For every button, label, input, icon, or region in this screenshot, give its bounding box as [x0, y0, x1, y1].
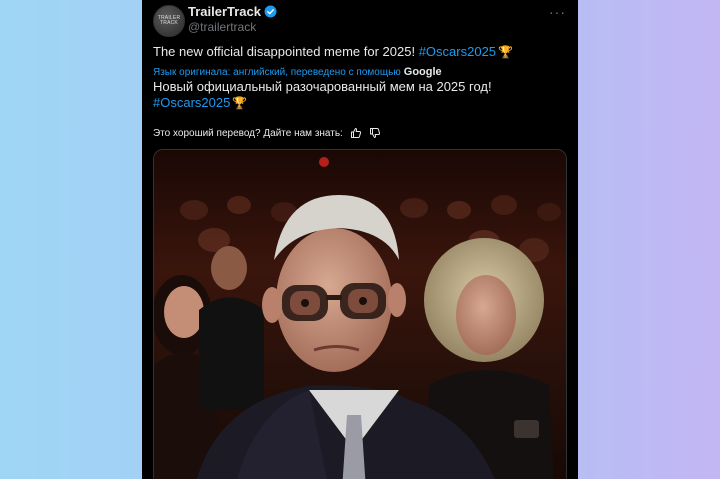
translation-label: Язык оригинала: английский, переведено с… [153, 66, 401, 78]
thumbs-down-icon[interactable] [369, 127, 381, 139]
translated-body: Новый официальный разочарованный мем на … [153, 79, 492, 94]
display-name[interactable]: TrailerTrack [188, 4, 261, 19]
tweet-header: TRAILER TRACK TrailerTrack @trailertrack… [142, 0, 578, 40]
thumbs-up-icon[interactable] [350, 127, 362, 139]
media-image[interactable] [153, 149, 567, 479]
trophy-icon: 🏆 [232, 96, 248, 110]
feedback-prompt: Это хороший перевод? Дайте нам знать: [153, 127, 343, 139]
translation-attribution[interactable]: Язык оригинала: английский, переведено с… [153, 66, 442, 78]
hashtag-link[interactable]: #Oscars2025 [419, 44, 496, 59]
tweet-text: The new official disappointed meme for 2… [153, 44, 563, 60]
translated-hashtag-link[interactable]: #Oscars2025 [153, 95, 230, 110]
author-handle[interactable]: @trailertrack [188, 20, 256, 34]
tweet-card: TRAILER TRACK TrailerTrack @trailertrack… [142, 0, 578, 479]
google-logo: Google [403, 66, 442, 78]
verified-badge-icon [264, 5, 277, 18]
avatar-logo-text: TRAILER TRACK [157, 15, 181, 26]
author-name-row: TrailerTrack [188, 4, 277, 19]
translated-text: Новый официальный разочарованный мем на … [153, 79, 563, 111]
more-icon[interactable]: ··· [549, 4, 566, 20]
translation-feedback: Это хороший перевод? Дайте нам знать: [153, 127, 381, 139]
audience-photo [154, 150, 566, 479]
trophy-icon: 🏆 [498, 45, 513, 59]
tweet-body: The new official disappointed meme for 2… [153, 44, 419, 59]
avatar[interactable]: TRAILER TRACK [153, 5, 185, 37]
